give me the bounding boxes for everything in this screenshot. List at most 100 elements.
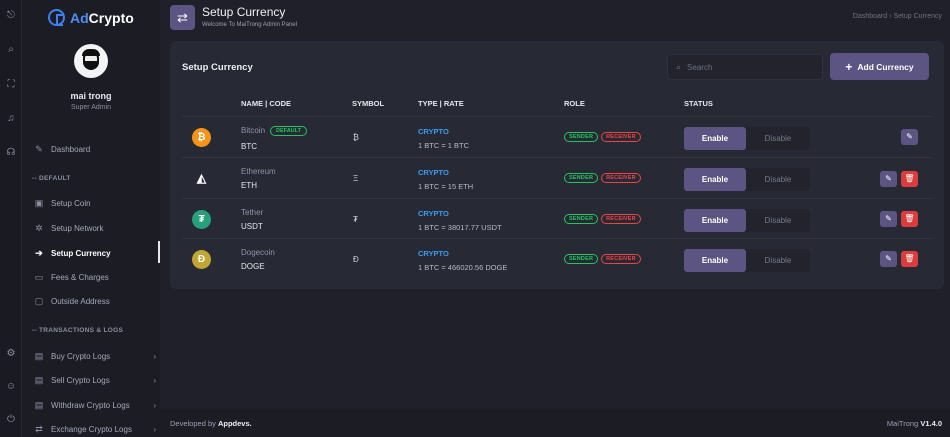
pencil-icon: ✎: [885, 254, 892, 263]
currency-rate: 1 BTC = 466020.56 DOGE: [418, 263, 508, 272]
delete-button[interactable]: 🗑: [901, 211, 918, 227]
edit-button[interactable]: ✎: [880, 171, 897, 187]
bell-icon[interactable]: ♫: [4, 112, 18, 126]
role-badges: SENDER RECEIVER: [564, 214, 641, 224]
currency-type: CRYPTO: [418, 249, 449, 258]
footer: Developed by Appdevs. MaiTrong V1.4.0: [160, 409, 950, 437]
status-toggle: Enable Disable: [684, 209, 810, 232]
currency-name: Bitcoin DEFAULT: [241, 126, 307, 136]
power-icon[interactable]: ⏻: [4, 413, 18, 427]
currency-symbol: Đ: [353, 255, 359, 264]
sidebar-toggle-button[interactable]: ⇄: [170, 5, 195, 30]
currency-rate: 1 BTC = 38017.77 USDT: [418, 223, 502, 232]
headset-icon[interactable]: ☊: [4, 146, 18, 160]
col-header-type: TYPE | RATE: [418, 99, 464, 108]
table-row: ◭ Ethereum ETH Ξ CRYPTO 1 BTC = 15 ETH S…: [182, 157, 932, 197]
bitcoin-icon: ₿: [192, 128, 211, 147]
card-title: Setup Currency: [182, 62, 253, 73]
breadcrumb[interactable]: Dashboard › Setup Currency: [853, 13, 942, 20]
receipt-icon: ▤: [34, 351, 44, 361]
status-toggle: Enable Disable: [684, 127, 810, 150]
trash-icon: 🗑: [904, 214, 915, 223]
col-header-role: ROLE: [564, 99, 585, 108]
enable-button[interactable]: Enable: [684, 127, 746, 150]
currency-symbol: ₿: [353, 133, 359, 142]
active-indicator: [158, 241, 160, 263]
plus-icon: +: [845, 59, 853, 74]
sidebar-item-setup-currency[interactable]: ➔ Setup Currency: [34, 246, 156, 260]
user-name: mai trong: [70, 91, 112, 101]
status-toggle: Enable Disable: [684, 249, 810, 272]
trash-icon: 🗑: [904, 254, 915, 263]
receipt-icon: ▤: [34, 400, 44, 410]
icon-rail: ⎋ ⌕ ⛶ ♫ ☊ ⚙ ☺ ⏻: [0, 0, 22, 437]
currency-type: CRYPTO: [418, 127, 449, 136]
developer-link[interactable]: Appdevs.: [218, 419, 252, 428]
settings-icon[interactable]: ⚙: [4, 347, 18, 361]
sender-badge: SENDER: [564, 173, 599, 183]
disable-button[interactable]: Disable: [746, 168, 810, 191]
fullscreen-icon[interactable]: ⛶: [4, 78, 18, 92]
sidebar-item-outside-address[interactable]: ▢ Outside Address: [34, 294, 156, 308]
add-currency-button[interactable]: + Add Currency: [830, 53, 929, 80]
enable-button[interactable]: Enable: [684, 168, 746, 191]
col-header-symbol: SYMBOL: [352, 99, 385, 108]
currency-code: USDT: [241, 222, 263, 231]
col-header-status: STATUS: [684, 99, 713, 108]
logout-icon[interactable]: ⎋: [4, 9, 18, 23]
edit-button[interactable]: ✎: [901, 129, 918, 145]
sender-badge: SENDER: [564, 254, 599, 264]
network-icon: ✲: [35, 223, 43, 233]
sidebar-item-sell-logs[interactable]: ▤ Sell Crypto Logs ›: [34, 373, 156, 387]
sidebar: AdCrypto mai trong Super Admin ✎ Dashboar…: [22, 0, 160, 437]
currency-symbol: Ξ: [353, 174, 359, 183]
sidebar-item-dashboard[interactable]: ✎ Dashboard: [34, 142, 156, 156]
disable-button[interactable]: Disable: [746, 249, 810, 272]
search-input[interactable]: [687, 62, 808, 72]
search-box[interactable]: ⌕: [667, 54, 823, 80]
enable-button[interactable]: Enable: [684, 209, 746, 232]
avatar[interactable]: [74, 44, 108, 78]
tether-icon: ₮: [192, 210, 211, 229]
brand-logo[interactable]: AdCrypto: [48, 9, 134, 26]
edit-button[interactable]: ✎: [880, 211, 897, 227]
chevron-right-icon: ›: [153, 400, 156, 410]
sidebar-item-fees[interactable]: ▭ Fees & Charges: [34, 270, 156, 284]
profile-icon[interactable]: ☺: [4, 380, 18, 394]
sidebar-item-setup-coin[interactable]: ▣ Setup Coin: [34, 196, 156, 210]
wallet-icon: ▭: [34, 272, 44, 282]
sidebar-item-buy-logs[interactable]: ▤ Buy Crypto Logs ›: [34, 349, 156, 363]
receiver-badge: RECEIVER: [601, 214, 641, 224]
user-role: Super Admin: [70, 104, 112, 111]
currency-name: Dogecoin: [241, 248, 275, 257]
receipt-icon: ▤: [34, 375, 44, 385]
col-header-name: NAME | CODE: [241, 99, 292, 108]
currency-name: Ethereum: [241, 167, 276, 176]
ethereum-icon: ◭: [192, 169, 211, 188]
swap-icon: ⇄: [177, 10, 188, 25]
pencil-icon: ✎: [906, 132, 913, 141]
currency-code: BTC: [241, 142, 257, 151]
currency-type: CRYPTO: [418, 168, 449, 177]
section-transactions: -- TRANSACTIONS & LOGS: [32, 327, 124, 334]
sidebar-item-withdraw-logs[interactable]: ▤ Withdraw Crypto Logs ›: [34, 398, 156, 412]
sidebar-item-exchange-logs[interactable]: ⇄ Exchange Crypto Logs ›: [34, 422, 156, 436]
receiver-badge: RECEIVER: [601, 173, 641, 183]
default-badge: DEFAULT: [270, 126, 307, 136]
edit-button[interactable]: ✎: [880, 251, 897, 267]
coin-icon: ▣: [34, 198, 44, 208]
delete-button[interactable]: 🗑: [901, 251, 918, 267]
arrow-right-icon: ➔: [35, 248, 43, 258]
pencil-icon: ✎: [885, 174, 892, 183]
chevron-right-icon: ›: [153, 375, 156, 385]
search-icon: ⌕: [676, 61, 682, 72]
table-row: ₮ Tether USDT ₮ CRYPTO 1 BTC = 38017.77 …: [182, 198, 932, 238]
dashboard-icon: ✎: [35, 144, 43, 154]
enable-button[interactable]: Enable: [684, 249, 746, 272]
delete-button[interactable]: 🗑: [901, 171, 918, 187]
disable-button[interactable]: Disable: [746, 209, 810, 232]
sender-badge: SENDER: [564, 214, 599, 224]
disable-button[interactable]: Disable: [746, 127, 810, 150]
search-icon[interactable]: ⌕: [4, 43, 18, 57]
sidebar-item-setup-network[interactable]: ✲ Setup Network: [34, 221, 156, 235]
